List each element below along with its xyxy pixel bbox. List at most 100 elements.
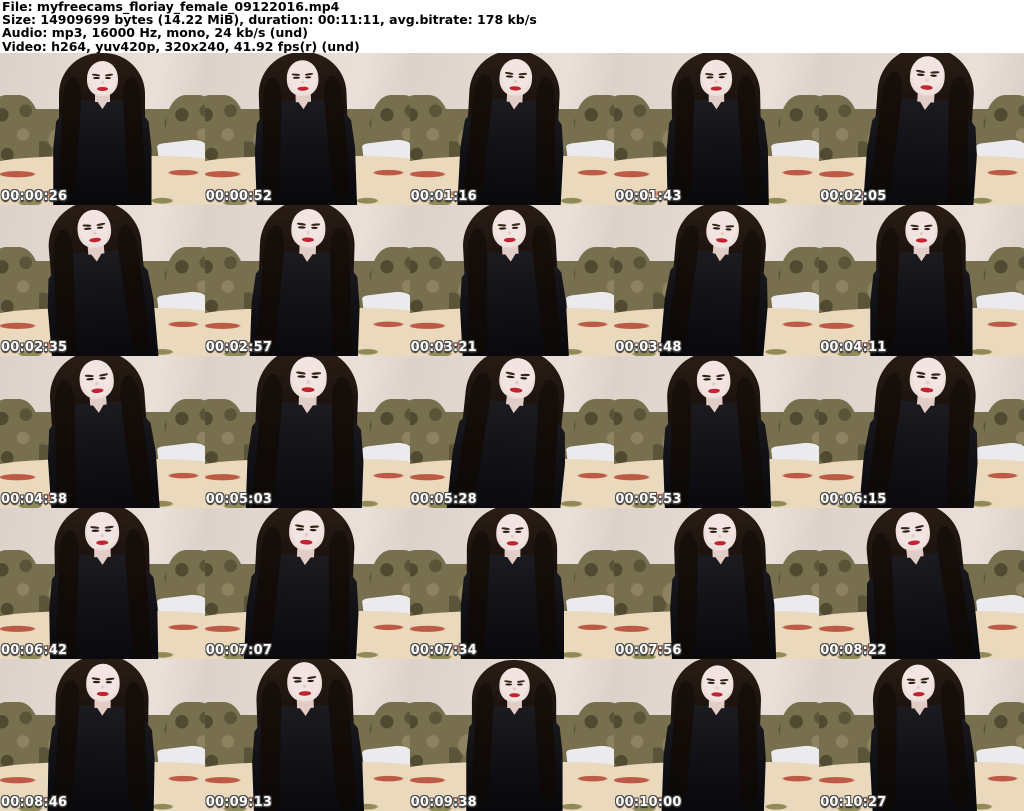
- red-lips: [300, 387, 315, 393]
- eye-right: [924, 227, 931, 231]
- hair-strand-right: [737, 683, 760, 811]
- video-frame-thumbnail: 00:02:57: [204, 204, 410, 357]
- video-frame-thumbnail: 00:05:28: [409, 356, 615, 508]
- eye-left: [93, 681, 100, 684]
- eyebrow-right: [516, 680, 525, 683]
- eye-left: [502, 530, 510, 534]
- person-figure: [614, 53, 819, 205]
- red-lips: [715, 237, 729, 243]
- hair-strand-left: [878, 683, 898, 811]
- eyebrow-right: [306, 676, 316, 680]
- timestamp-overlay: 00:10:27: [820, 794, 887, 810]
- nose: [716, 686, 719, 690]
- eyebrow-left: [901, 526, 911, 529]
- eyebrow-right: [715, 373, 725, 378]
- hair-strand-left: [261, 77, 283, 202]
- audio-info-line: Audio: mp3, 16000 Hz, mono, 24 kb/s (und…: [2, 25, 308, 41]
- video-frame-thumbnail: 00:10:27: [819, 659, 1024, 811]
- timestamp-overlay: 00:09:38: [410, 794, 477, 810]
- hair-strand-left: [467, 228, 488, 357]
- eyebrow-left: [907, 678, 916, 682]
- person-figure: [205, 204, 410, 357]
- red-lips: [714, 540, 727, 546]
- nose: [721, 231, 725, 235]
- red-lips: [296, 86, 309, 92]
- eyebrow-right: [719, 679, 729, 682]
- eyebrow-right: [930, 373, 941, 376]
- eyebrow-left: [90, 525, 100, 529]
- nose: [301, 80, 304, 84]
- eye-left: [707, 76, 714, 79]
- person-figure: [414, 660, 615, 811]
- timestamp-overlay: 00:08:46: [1, 794, 68, 810]
- person-figure: [819, 659, 1024, 811]
- person-figure: [410, 204, 615, 357]
- red-lips: [707, 388, 721, 394]
- person-figure: [819, 356, 1024, 508]
- eye-right: [511, 226, 519, 230]
- face: [78, 359, 115, 401]
- timestamp-overlay: 00:09:13: [205, 794, 273, 810]
- eyebrow-left: [505, 371, 515, 376]
- nose: [917, 685, 920, 690]
- person-figure: [0, 507, 205, 660]
- eye-right: [309, 528, 317, 532]
- timestamp-overlay: 00:02:05: [820, 188, 887, 204]
- eyebrow-right: [95, 221, 105, 226]
- eye-right: [915, 528, 923, 532]
- eyebrow-right: [309, 524, 319, 528]
- red-lips: [508, 387, 523, 394]
- eyebrow-right: [304, 72, 313, 76]
- eye-left: [296, 528, 304, 531]
- timestamp-overlay: 00:05:53: [615, 491, 682, 507]
- eyebrow-left: [292, 676, 302, 680]
- eye-right: [305, 76, 312, 79]
- eye-right: [518, 76, 525, 79]
- eyebrow-left: [501, 526, 510, 530]
- eyebrow-right: [930, 70, 940, 74]
- person-figure: [0, 53, 205, 205]
- red-lips: [505, 540, 519, 546]
- eye-left: [293, 76, 300, 80]
- eyebrow-left: [709, 526, 718, 530]
- video-frame-thumbnail: 00:07:56: [614, 507, 820, 660]
- eye-left: [92, 529, 99, 533]
- eyebrow-right: [722, 526, 731, 530]
- nose: [712, 382, 716, 386]
- eye-left: [912, 227, 919, 231]
- nose: [514, 380, 518, 385]
- eye-left: [498, 227, 506, 230]
- face: [696, 360, 732, 400]
- nose: [718, 534, 722, 538]
- nose: [95, 381, 99, 386]
- nose: [507, 230, 511, 234]
- eye-right: [722, 530, 730, 533]
- red-lips: [502, 236, 516, 243]
- eyebrow-right: [514, 526, 523, 530]
- red-lips: [508, 693, 520, 698]
- video-frame-thumbnail: 00:00:26: [0, 53, 205, 205]
- eye-left: [908, 682, 916, 686]
- hair-strand-left: [259, 681, 283, 811]
- eyebrow-right: [725, 224, 734, 227]
- nose: [92, 230, 96, 234]
- eye-right: [311, 376, 319, 380]
- video-frame-thumbnail: 00:05:53: [614, 356, 820, 508]
- video-frame-thumbnail: 00:04:38: [0, 356, 205, 508]
- video-frame-thumbnail: 00:02:05: [819, 53, 1024, 205]
- eye-right: [105, 681, 113, 685]
- video-frame-thumbnail: 00:05:03: [204, 356, 410, 508]
- eye-left: [710, 530, 718, 534]
- person-figure: [0, 356, 205, 508]
- face: [289, 356, 327, 400]
- eye-right: [516, 684, 523, 687]
- eye-left: [917, 73, 925, 77]
- nose: [911, 533, 915, 537]
- face: [703, 513, 737, 552]
- eye-right: [519, 377, 528, 381]
- face: [286, 60, 319, 97]
- eye-left: [294, 680, 302, 684]
- face: [290, 208, 326, 248]
- eyebrow-left: [504, 680, 512, 683]
- red-lips: [919, 84, 934, 91]
